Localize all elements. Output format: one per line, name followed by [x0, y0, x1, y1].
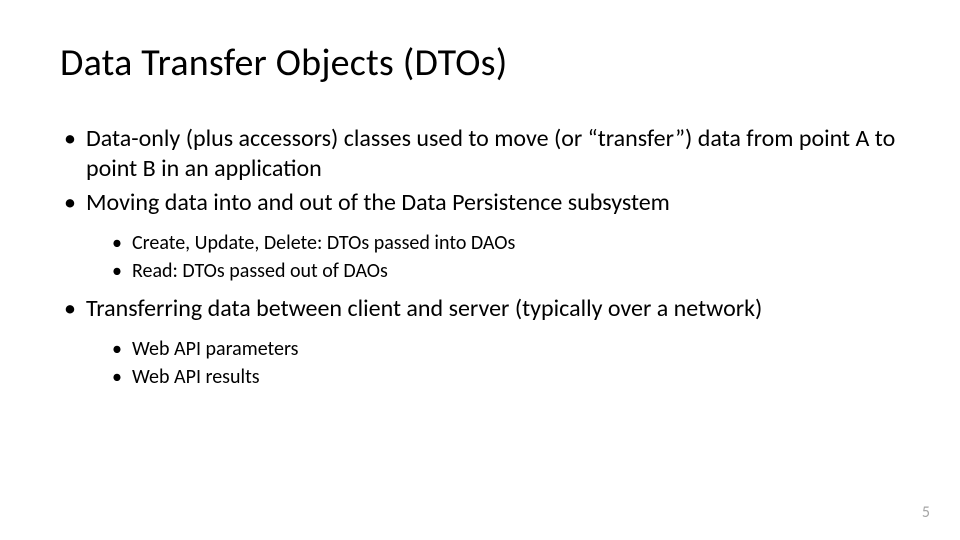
bullet-level1: Data-only (plus accessors) classes used …: [60, 124, 900, 184]
slide: Data Transfer Objects (DTOs) Data-only (…: [0, 0, 960, 540]
bullet-level2: Create, Update, Delete: DTOs passed into…: [60, 230, 900, 256]
bullet-level1: Transferring data between client and ser…: [60, 294, 900, 324]
slide-title: Data Transfer Objects (DTOs): [60, 40, 900, 86]
bullet-level2: Web API results: [60, 364, 900, 390]
bullet-level1: Moving data into and out of the Data Per…: [60, 188, 900, 218]
bullet-level2: Web API parameters: [60, 336, 900, 362]
bullet-level2: Read: DTOs passed out of DAOs: [60, 258, 900, 284]
page-number: 5: [922, 503, 930, 522]
